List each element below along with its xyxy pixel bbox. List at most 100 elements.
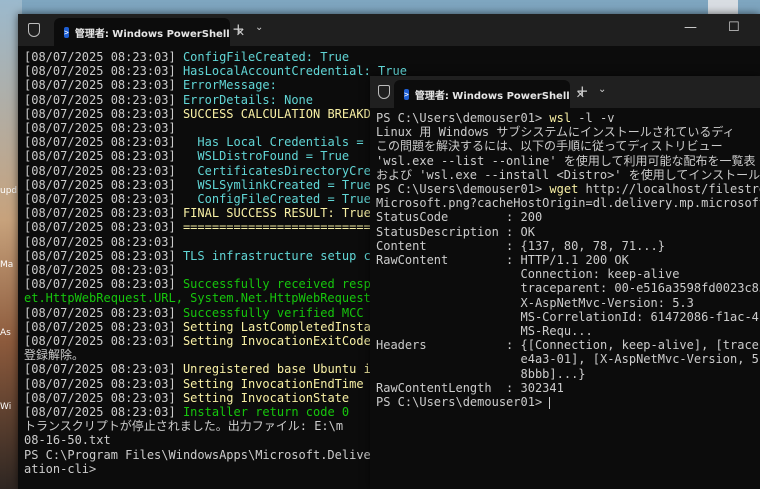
maximize-icon[interactable]: ☐ (728, 20, 740, 35)
chevron-down-icon[interactable]: ⌄ (255, 22, 263, 33)
shield-icon (28, 23, 40, 37)
log-message: CertificatesDirectoryCreated (182, 163, 400, 178)
log-message: TLS infrastructure setup compl (182, 248, 400, 263)
terminal-line: e4a3-01], [X-AspNetMvc-Version, 5.3], (376, 352, 760, 366)
log-timestamp: [08/07/2025 08:23:03] (24, 106, 183, 121)
desktop-icon-label[interactable]: upd (0, 186, 20, 196)
line-text: Connection: keep-alive (376, 267, 680, 282)
terminal-line: 8bbb]...} (376, 367, 760, 381)
command-name: wget (549, 182, 579, 197)
log-message: et.HttpWebRequest.URL, System.Net.HttpWe… (24, 291, 400, 306)
log-message: Successfully verified MCC is (182, 305, 393, 320)
log-timestamp: [08/07/2025 08:23:03] (24, 121, 183, 136)
line-text: X-AspNetMvc-Version: 5.3 (376, 295, 694, 310)
log-timestamp: [08/07/2025 08:23:03] (24, 177, 183, 192)
terminal-line: Microsoft.png?cacheHostOrigin=dl.deliver… (376, 196, 760, 210)
log-timestamp: [08/07/2025 08:23:03] (24, 277, 183, 292)
log-timestamp: [08/07/2025 08:23:03] (24, 135, 183, 150)
terminal-line: RawContentLength : 302341 (376, 381, 760, 395)
terminal-line: この問題を解決するには、以下の手順に従ってディストリビュー (376, 139, 760, 153)
log-timestamp: [08/07/2025 08:23:03] (24, 78, 183, 93)
command-name: wsl (549, 111, 572, 125)
tab-title: 管理者: Windows PowerShell (74, 28, 230, 40)
log-message: FINAL SUCCESS RESULT: True (182, 206, 371, 221)
desktop-icon-label[interactable]: Wi (0, 402, 20, 412)
terminal-line: X-AspNetMvc-Version: 5.3 (376, 296, 760, 310)
log-timestamp: [08/07/2025 08:23:03] (24, 334, 183, 349)
log-message: ============================= (182, 220, 393, 235)
desktop-icon-label[interactable]: As (0, 328, 20, 338)
log-message: Has Local Credentials = True (182, 135, 400, 150)
line-text: この問題を解決するには、以下の手順に従ってディストリビュー (376, 139, 723, 154)
line-text: Content : {137, 80, 78, 71...} (376, 238, 665, 253)
line-text: traceparent: 00-e516a3598fd0023c83f09 (376, 281, 760, 296)
line-text: RawContentLength : 302341 (376, 380, 564, 395)
new-tab-icon[interactable]: + (576, 82, 589, 100)
log-message: ConfigFileCreated: True (182, 50, 350, 64)
log-timestamp: [08/07/2025 08:23:03] (24, 319, 183, 334)
log-message: 08-16-50.txt (24, 433, 111, 448)
command-args: -l -v (571, 111, 615, 125)
terminal-line: PS C:\Users\demouser01> (376, 395, 760, 409)
terminal-line: Headers : {[Connection, keep-alive], [tr… (376, 338, 760, 352)
log-timestamp: [08/07/2025 08:23:03] (24, 192, 183, 207)
log-timestamp: [08/07/2025 08:23:03] (24, 220, 183, 235)
terminal-line: MS-CorrelationId: 61472086-f1ac-4fab- (376, 310, 760, 324)
shield-icon (378, 85, 390, 99)
log-timestamp: [08/07/2025 08:23:03] (24, 206, 183, 221)
log-message: ErrorMessage: (182, 78, 277, 93)
terminal-line: および 'wsl.exe --install <Distro>' を使用してイン… (376, 168, 760, 182)
log-timestamp: [08/07/2025 08:23:03] (24, 92, 183, 107)
log-message: Setting InvocationState (182, 390, 350, 405)
terminal-output[interactable]: PS C:\Users\demouser01> wsl -l -v Linux 用… (376, 111, 760, 489)
log-message: トランスクリプトが停止されました。出力ファイル: E:\m (24, 419, 344, 434)
log-timestamp: [08/07/2025 08:23:03] (24, 390, 183, 405)
log-timestamp: [08/07/2025 08:23:03] (24, 163, 183, 178)
text-cursor (549, 396, 551, 409)
terminal-line: RawContent : HTTP/1.1 200 OK (376, 253, 760, 267)
log-message: ErrorDetails: None (182, 92, 313, 107)
powershell-icon: > (404, 88, 409, 100)
terminal-line: Content : {137, 80, 78, 71...} (376, 239, 760, 253)
tab-title: 管理者: Windows PowerShell (414, 90, 570, 102)
line-text: PS C:\Users\demouser01> (376, 111, 550, 125)
line-text: Headers : {[Connection, keep-alive], [tr… (376, 338, 760, 353)
powershell-icon: > (64, 26, 69, 38)
log-timestamp: [08/07/2025 08:23:03] (24, 234, 183, 249)
line-text: StatusCode : 200 (376, 210, 543, 225)
terminal-line: [08/07/2025 08:23:03] ConfigFileCreated:… (24, 50, 760, 64)
powershell-window-front[interactable]: > 管理者: Windows PowerShell ✕ + ⌄ PS C:\Us… (370, 76, 760, 489)
chevron-down-icon[interactable]: ⌄ (598, 84, 606, 95)
log-message: Setting InvocationExitCode (182, 334, 371, 349)
log-timestamp: [08/07/2025 08:23:03] (24, 248, 183, 263)
title-bar[interactable]: > 管理者: Windows PowerShell ✕ + ⌄ (370, 76, 760, 108)
log-message: ation-cli> (24, 461, 97, 476)
terminal-line: Linux 用 Windows サブシステムにインストールされているディ (376, 125, 760, 139)
line-text: 8bbb]...} (376, 366, 586, 381)
log-timestamp: [08/07/2025 08:23:03] (24, 50, 183, 64)
log-message: Setting LastCompletedInstallSt (182, 319, 400, 334)
line-text: PS C:\Users\demouser01> (376, 182, 550, 197)
minimize-icon[interactable]: — (684, 20, 697, 35)
log-timestamp: [08/07/2025 08:23:03] (24, 64, 183, 79)
terminal-line: traceparent: 00-e516a3598fd0023c83f09 (376, 281, 760, 295)
line-text: 'wsl.exe --list --online' を使用して利用可能な配布を一… (376, 153, 756, 168)
log-message: Successfully received response (182, 277, 400, 292)
terminal-line: 'wsl.exe --list --online' を使用して利用可能な配布を一… (376, 154, 760, 168)
log-message: 登録解除。 (24, 348, 85, 363)
log-message: PS C:\Program Files\WindowsApps\Microsof… (24, 447, 400, 462)
terminal-line: StatusCode : 200 (376, 210, 760, 224)
tab-powershell[interactable]: > 管理者: Windows PowerShell ✕ (54, 18, 245, 46)
log-timestamp: [08/07/2025 08:23:03] (24, 376, 183, 391)
terminal-line: PS C:\Users\demouser01> wget http://loca… (376, 182, 760, 196)
log-timestamp: [08/07/2025 08:23:03] (24, 149, 183, 164)
desktop-icon-label[interactable]: Ma (0, 260, 20, 270)
tab-powershell[interactable]: > 管理者: Windows PowerShell ✕ (394, 80, 585, 108)
terminal-line: MS-Requ... (376, 324, 760, 338)
new-tab-icon[interactable]: + (232, 20, 245, 38)
log-message: WSLDistroFound = True (182, 149, 350, 164)
log-message: Setting InvocationEndTime (182, 376, 364, 391)
title-bar[interactable]: > 管理者: Windows PowerShell ✕ + ⌄ — ☐ (18, 14, 760, 46)
line-text: PS C:\Users\demouser01> (376, 395, 550, 410)
log-message: Unregistered base Ubuntu image (182, 362, 400, 377)
